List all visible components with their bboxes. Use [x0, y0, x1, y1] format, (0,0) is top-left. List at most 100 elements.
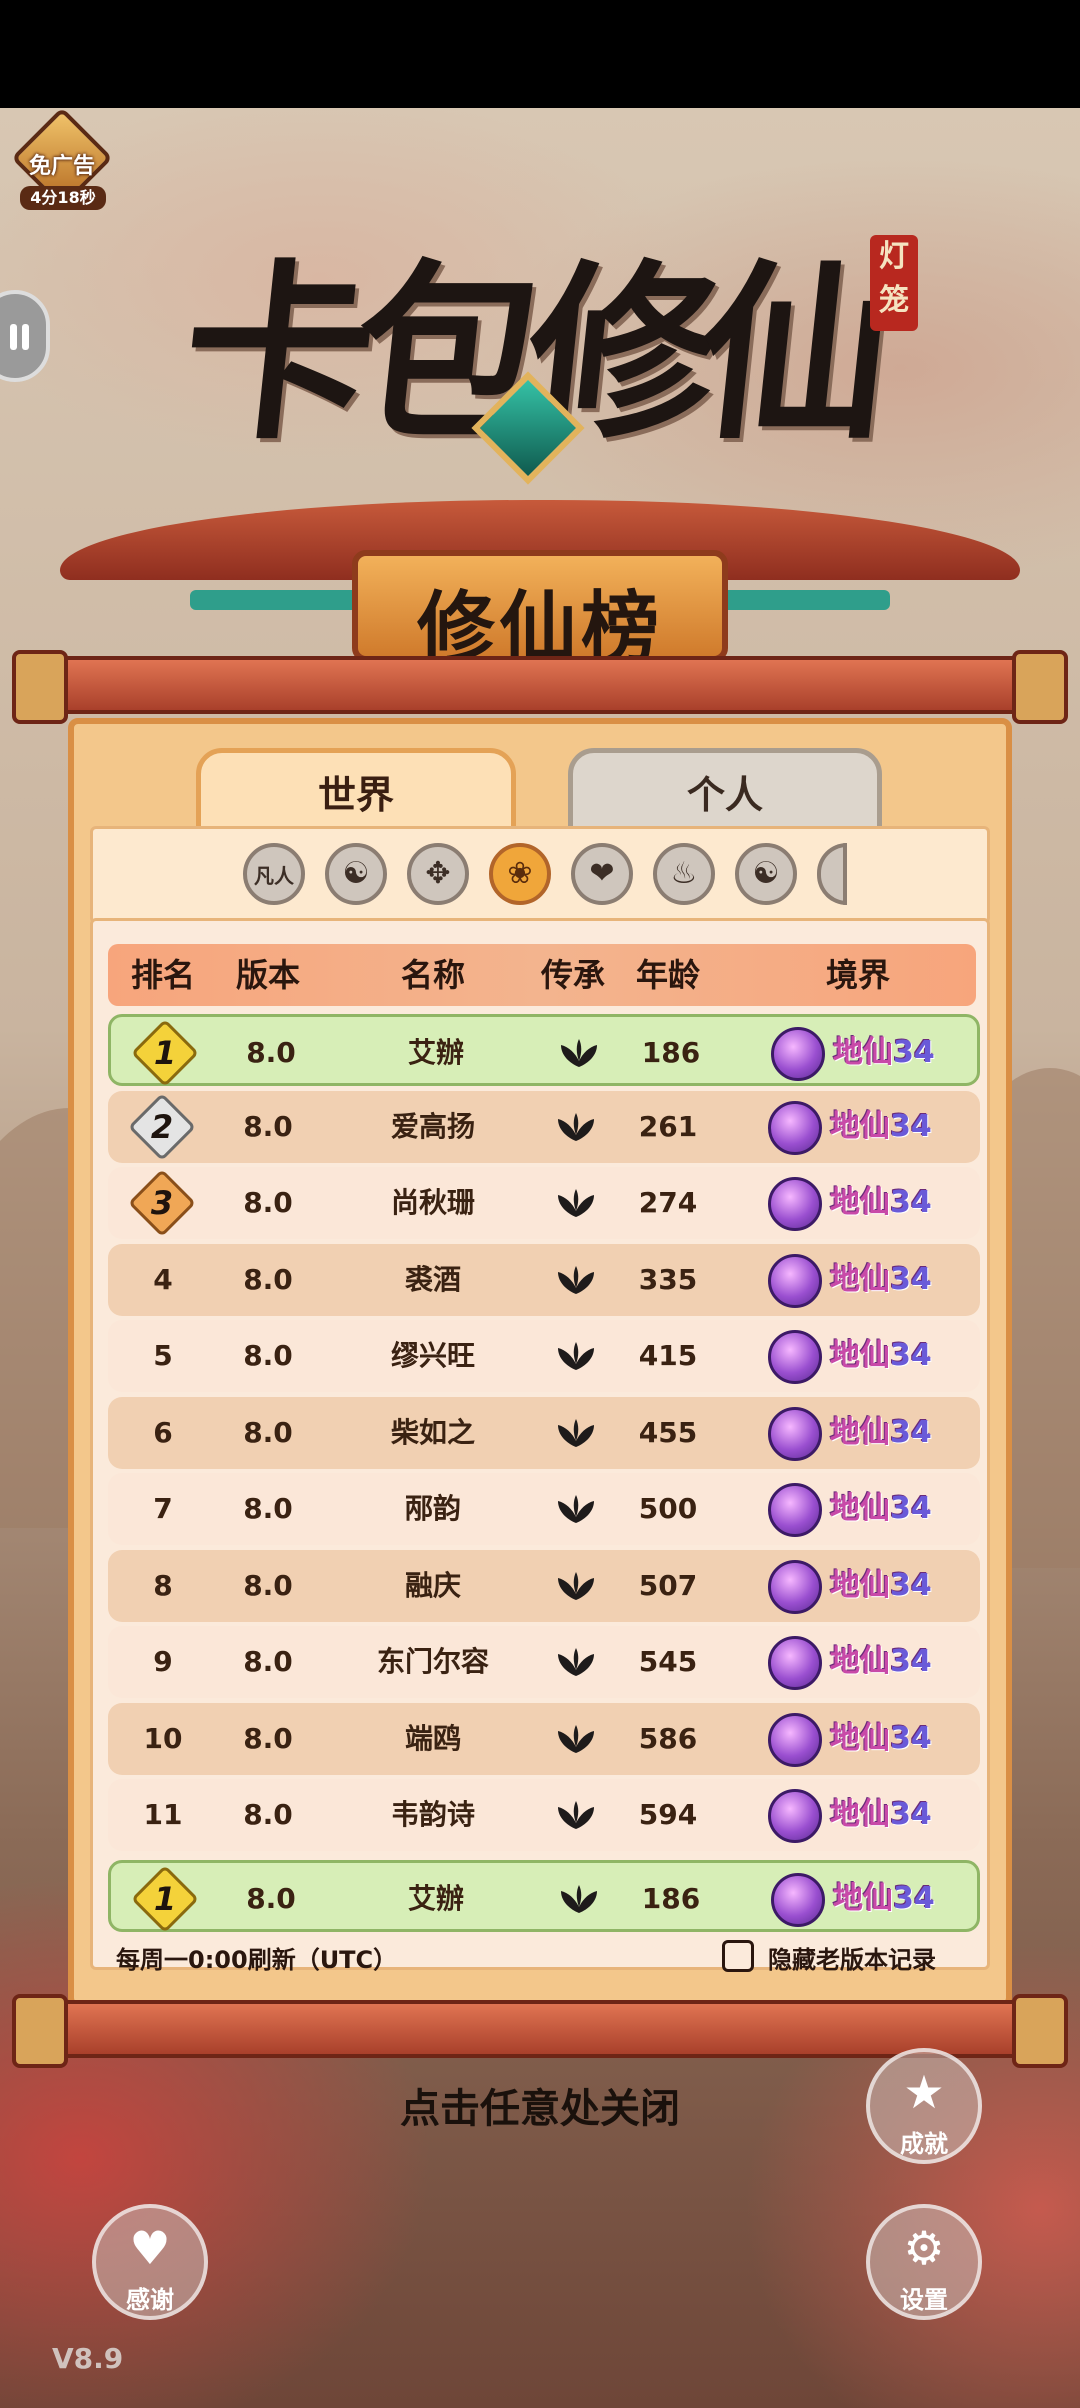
rank-cell: 1: [153, 1034, 177, 1072]
table-row[interactable]: 5 8.0 缪兴旺 415 地仙34: [108, 1320, 980, 1392]
name-cell: 艾辦: [407, 1036, 464, 1069]
version-cell: 8.0: [243, 1645, 293, 1678]
sword-icon[interactable]: ✥: [407, 843, 469, 905]
hide-old-version-label[interactable]: 隐藏老版本记录: [768, 1940, 936, 1975]
realm-emblem-icon: [771, 1027, 825, 1081]
realm-name: 地仙: [830, 1415, 890, 1450]
realm-level: 34: [890, 1491, 932, 1526]
table-row[interactable]: 3 8.0 尚秋珊 274 地仙34: [108, 1167, 980, 1239]
my-rank-row[interactable]: 1 8.0 艾辦 186 地仙34: [108, 1014, 980, 1089]
pause-icon: [10, 324, 30, 352]
yin-yang-icon[interactable]: ☯: [325, 843, 387, 905]
scroll-cap-left: [12, 1994, 68, 2068]
rank-cell: 1: [153, 1880, 177, 1918]
name-cell: 尚秋珊: [390, 1186, 475, 1219]
rank-cell: 10: [143, 1722, 183, 1755]
header-rank: 排名: [130, 956, 195, 994]
name-cell: 爱高扬: [390, 1110, 475, 1143]
version-cell: 8.0: [243, 1339, 293, 1372]
realm-emblem-icon: [768, 1254, 822, 1308]
rank-cell: 9: [153, 1645, 173, 1678]
lotus-inheritance-icon: [556, 1570, 596, 1602]
yin-yang-icon[interactable]: ☯: [735, 843, 797, 905]
realm-emblem-icon: [768, 1636, 822, 1690]
version-cell: 8.0: [243, 1110, 293, 1143]
realm-emblem-icon: [768, 1177, 822, 1231]
rank-cell: 6: [153, 1416, 173, 1449]
version-cell: 8.0: [243, 1798, 293, 1831]
realm-level: 34: [890, 1185, 932, 1220]
rank-cell: 5: [153, 1339, 173, 1372]
age-cell: 335: [638, 1263, 698, 1296]
table-row[interactable]: 10 8.0 端鸥 586 地仙34: [108, 1703, 980, 1775]
rank-cell: 3: [150, 1184, 174, 1222]
realm-cell: 地仙34: [833, 1017, 935, 1089]
heart-icon[interactable]: ❤: [571, 843, 633, 905]
table-row[interactable]: 9 8.0 东门尔容 545 地仙34: [108, 1626, 980, 1698]
no-ads-button[interactable]: 免广告 4分18秒: [11, 107, 113, 218]
header-age: 年龄: [635, 956, 700, 994]
realm-name: 地仙: [833, 1881, 893, 1916]
no-ads-label: 免广告: [28, 154, 95, 179]
lotus-inheritance-icon: [556, 1646, 596, 1678]
category-mortal[interactable]: 凡人: [243, 843, 305, 905]
my-rank-row[interactable]: 1 8.0 艾辦 186 地仙34: [108, 1860, 980, 1935]
age-cell: 261: [638, 1110, 698, 1143]
table-row[interactable]: 8 8.0 融庆 507 地仙34: [108, 1550, 980, 1622]
table-row[interactable]: 6 8.0 柴如之 455 地仙34: [108, 1397, 980, 1469]
realm-name: 地仙: [830, 1491, 890, 1526]
realm-cell: 地仙34: [833, 1863, 935, 1935]
version-cell: 8.0: [243, 1722, 293, 1755]
publisher-seal: 灯笼: [870, 235, 918, 331]
header-name: 名称: [400, 956, 465, 994]
name-cell: 缪兴旺: [390, 1339, 475, 1372]
fire-icon[interactable]: ♨: [653, 843, 715, 905]
rank-cell: 4: [153, 1263, 173, 1296]
lotus-inheritance-icon: [556, 1111, 596, 1143]
settings-label: 设置: [900, 2286, 948, 2314]
version-cell: 8.0: [246, 1036, 296, 1069]
thanks-button[interactable]: ♥ 感谢: [92, 2204, 208, 2320]
lotus-inheritance-icon: [556, 1187, 596, 1219]
settings-button[interactable]: ⚙ 设置: [866, 2204, 982, 2320]
version-cell: 8.0: [243, 1263, 293, 1296]
realm-cell: 地仙34: [830, 1779, 932, 1851]
realm-emblem-icon: [771, 1873, 825, 1927]
no-ads-timer: 4分18秒: [20, 186, 106, 210]
star-icon: ★: [903, 2065, 945, 2119]
realm-level: 34: [890, 1721, 932, 1756]
realm-cell: 地仙34: [830, 1473, 932, 1545]
realm-name: 地仙: [833, 1035, 893, 1070]
lotus-inheritance-icon: [556, 1340, 596, 1372]
name-cell: 邴韵: [404, 1492, 461, 1525]
version-label: V8.9: [52, 2342, 124, 2375]
tab-personal[interactable]: 个人: [568, 748, 882, 832]
achievement-button[interactable]: ★ 成就: [866, 2048, 982, 2164]
realm-name: 地仙: [830, 1721, 890, 1756]
realm-level: 34: [890, 1644, 932, 1679]
realm-cell: 地仙34: [830, 1703, 932, 1775]
name-cell: 韦韵诗: [390, 1798, 475, 1831]
partial-category-icon[interactable]: [817, 843, 847, 905]
lotus-icon[interactable]: ❀: [489, 843, 551, 905]
pause-button[interactable]: [0, 290, 50, 382]
realm-level: 34: [893, 1035, 935, 1070]
realm-name: 地仙: [830, 1338, 890, 1373]
scroll-rod-top: [12, 650, 1068, 724]
realm-level: 34: [893, 1881, 935, 1916]
age-cell: 500: [638, 1492, 698, 1525]
rank-cell: 8: [153, 1569, 173, 1602]
board-plaque: 修仙榜: [352, 550, 728, 674]
table-row[interactable]: 7 8.0 邴韵 500 地仙34: [108, 1473, 980, 1545]
name-cell: 裘酒: [404, 1263, 461, 1296]
category-filter-bar: 凡人 ☯ ✥ ❀ ❤ ♨ ☯: [90, 826, 990, 924]
realm-name: 地仙: [830, 1797, 890, 1832]
lotus-inheritance-icon: [556, 1264, 596, 1296]
realm-name: 地仙: [830, 1262, 890, 1297]
table-row[interactable]: 4 8.0 裘酒 335 地仙34: [108, 1244, 980, 1316]
tab-world[interactable]: 世界: [196, 748, 516, 832]
hide-old-version-checkbox[interactable]: [722, 1940, 754, 1972]
table-row[interactable]: 2 8.0 爱高扬 261 地仙34: [108, 1091, 980, 1163]
table-row[interactable]: 11 8.0 韦韵诗 594 地仙34: [108, 1779, 980, 1851]
version-cell: 8.0: [243, 1416, 293, 1449]
